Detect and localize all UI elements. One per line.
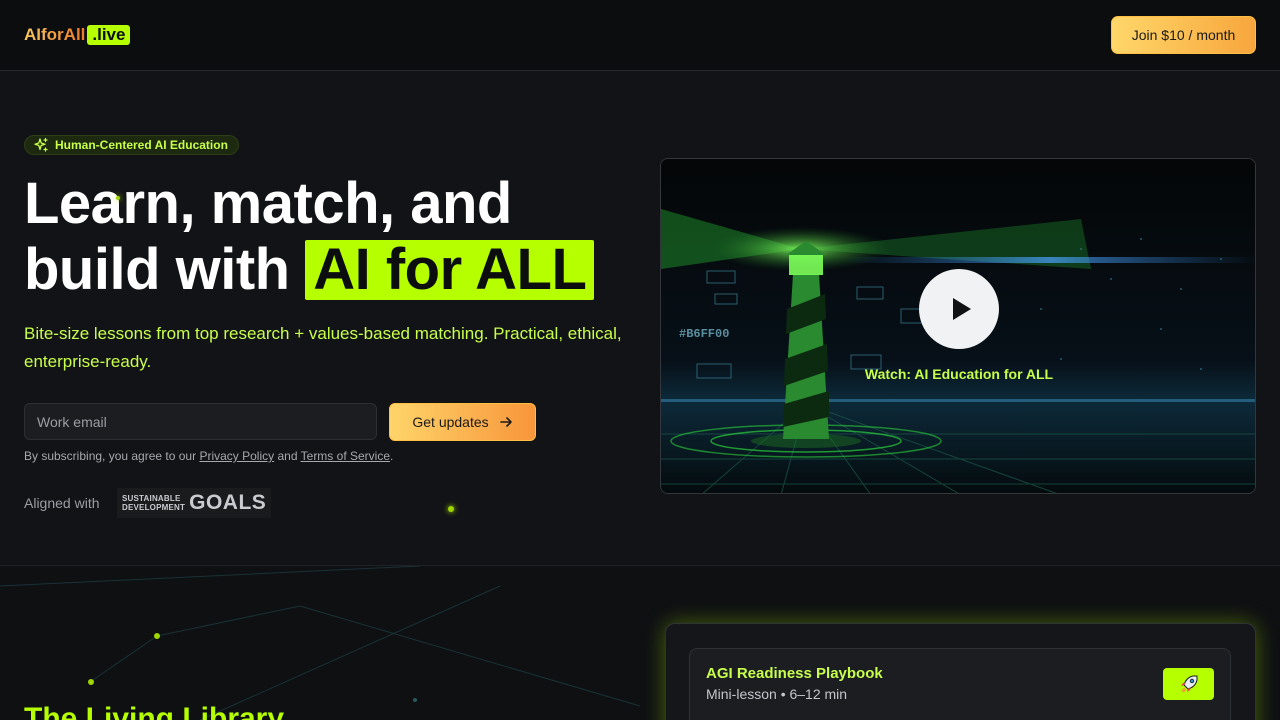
site-header: AIforAll .live Join $10 / month bbox=[0, 0, 1280, 71]
privacy-policy-link[interactable]: Privacy Policy bbox=[199, 449, 274, 463]
sdg-small-text: SUSTAINABLE DEVELOPMENT bbox=[122, 494, 185, 512]
sdg-logo: SUSTAINABLE DEVELOPMENT GOALS bbox=[117, 488, 271, 518]
video-caption: Watch: AI Education for ALL bbox=[864, 366, 1054, 382]
sdg-line-2: DEVELOPMENT bbox=[122, 503, 186, 512]
badge-label: Human-Centered AI Education bbox=[55, 138, 228, 152]
get-updates-button[interactable]: Get updates bbox=[389, 403, 536, 441]
terms-of-service-link[interactable]: Terms of Service bbox=[301, 449, 390, 463]
legal-and: and bbox=[277, 449, 298, 463]
sdg-line-1: SUSTAINABLE bbox=[122, 494, 181, 503]
headline-line-1: Learn, match, and bbox=[24, 171, 512, 236]
library-item-meta: Mini-lesson • 6–12 min bbox=[706, 686, 848, 702]
rocket-icon bbox=[1180, 675, 1197, 693]
decorative-dot bbox=[448, 506, 454, 512]
logo-wordmark: AIforAll bbox=[24, 25, 86, 44]
video-card[interactable]: #B6FF00 Watch: AI Education for ALL bbox=[660, 158, 1256, 494]
email-input[interactable] bbox=[24, 403, 377, 440]
legal-suffix: . bbox=[390, 449, 394, 463]
launch-lesson-button[interactable] bbox=[1163, 668, 1214, 700]
headline-line-2: build with AI for ALL bbox=[24, 237, 644, 303]
play-icon bbox=[953, 298, 971, 320]
headline-prefix: build with bbox=[24, 237, 290, 302]
hero-headline: Learn, match, and build with AI for ALL bbox=[24, 171, 644, 303]
hero-subtitle: Bite-size lessons from top research + va… bbox=[24, 324, 622, 371]
join-button[interactable]: Join $10 / month bbox=[1111, 16, 1256, 54]
legal-notice: By subscribing, you agree to our Privacy… bbox=[24, 449, 393, 463]
site-logo[interactable]: AIforAll .live bbox=[24, 24, 131, 46]
library-item-title: AGI Readiness Playbook bbox=[706, 665, 883, 682]
sparkles-icon bbox=[34, 137, 48, 152]
play-button[interactable] bbox=[919, 269, 999, 349]
living-library-title: The Living Library bbox=[24, 702, 285, 720]
logo-tld: .live bbox=[87, 25, 131, 45]
hex-tag: #B6FF00 bbox=[679, 327, 729, 341]
aligned-with-label: Aligned with bbox=[24, 495, 100, 511]
sdg-goals: GOALS bbox=[189, 491, 267, 514]
decorative-dot bbox=[116, 196, 120, 200]
headline-accent: AI for ALL bbox=[305, 240, 595, 300]
legal-prefix: By subscribing, you agree to our bbox=[24, 449, 197, 463]
get-updates-label: Get updates bbox=[412, 414, 489, 430]
library-item[interactable] bbox=[689, 648, 1231, 720]
arrow-right-icon bbox=[499, 417, 512, 427]
hero-badge: Human-Centered AI Education bbox=[24, 135, 239, 155]
